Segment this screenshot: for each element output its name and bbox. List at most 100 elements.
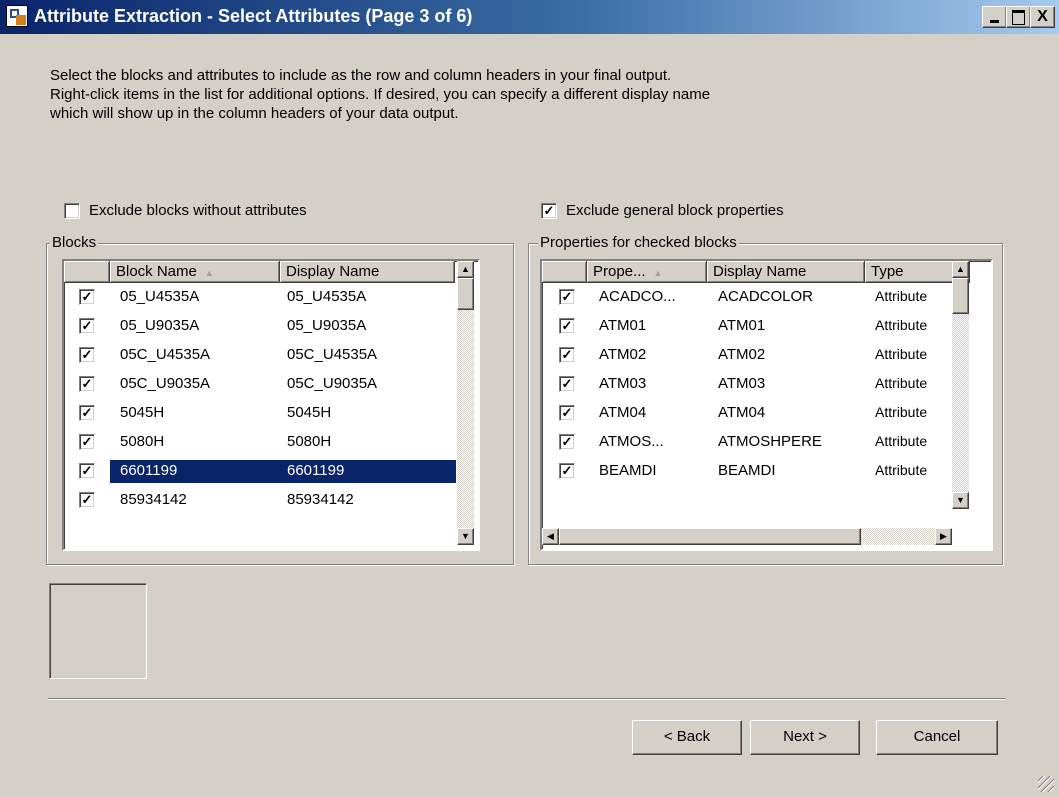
- window-title: Attribute Extraction - Select Attributes…: [34, 6, 473, 26]
- property-type-cell: Attribute: [875, 433, 928, 449]
- block-display-name-cell: 6601199: [287, 462, 345, 479]
- properties-group-label: Properties for checked blocks: [538, 234, 739, 251]
- block-row[interactable]: ✓ 85934142 85934142: [64, 488, 457, 513]
- blocks-list[interactable]: Block Name ▲ Display Name ✓ 05_U4535A 05_U4…: [62, 259, 480, 551]
- block-row[interactable]: ✓ 05C_U9035A 05C_U9035A: [64, 372, 457, 397]
- property-row-checkbox[interactable]: ✓: [559, 318, 575, 334]
- scroll-down-icon[interactable]: ▼: [952, 492, 969, 509]
- property-display-name-cell: ATM01: [718, 317, 766, 334]
- block-row[interactable]: ✓ 05C_U4535A 05C_U4535A: [64, 343, 457, 368]
- minimize-button[interactable]: [982, 6, 1007, 28]
- block-row[interactable]: ✓ 5080H 5080H: [64, 430, 457, 455]
- block-display-name-cell: 05C_U4535A: [287, 346, 378, 363]
- exclude-general-properties-checkbox[interactable]: ✓: [541, 203, 557, 220]
- block-row-checkbox[interactable]: ✓: [79, 405, 95, 421]
- property-row-checkbox[interactable]: ✓: [559, 434, 575, 450]
- maximize-button[interactable]: [1006, 6, 1031, 28]
- block-name-cell: 5080H: [120, 433, 165, 450]
- properties-check-column-header[interactable]: [542, 261, 587, 283]
- block-row[interactable]: ✓ 5045H 5045H: [64, 401, 457, 426]
- block-display-name-cell: 5045H: [287, 404, 332, 421]
- maximize-icon: [1012, 10, 1025, 25]
- block-row-checkbox[interactable]: ✓: [79, 318, 95, 334]
- block-row[interactable]: ✓ 05_U4535A 05_U4535A: [64, 285, 457, 310]
- blocks-vertical-scrollbar[interactable]: ▲ ▼: [457, 261, 474, 545]
- back-button[interactable]: < Back: [632, 720, 742, 755]
- scroll-down-icon[interactable]: ▼: [457, 528, 474, 545]
- close-icon: X: [1037, 8, 1048, 25]
- resize-grip[interactable]: [1038, 776, 1054, 792]
- instructions-line: Select the blocks and attributes to incl…: [50, 67, 672, 84]
- property-row[interactable]: ✓ ACADCO... ACADCOLOR Attribute: [542, 285, 952, 310]
- block-name-cell: 05_U4535A: [120, 288, 200, 305]
- app-icon: [6, 5, 28, 27]
- button-separator: [48, 698, 1006, 700]
- block-row-checkbox[interactable]: ✓: [79, 347, 95, 363]
- block-row-checkbox[interactable]: ✓: [79, 434, 95, 450]
- cancel-button[interactable]: Cancel: [876, 720, 998, 755]
- block-name-cell: 6601199: [120, 462, 178, 479]
- property-row-checkbox[interactable]: ✓: [559, 289, 575, 305]
- property-type-cell: Attribute: [875, 317, 928, 333]
- property-name-cell: ACADCO...: [599, 288, 676, 305]
- block-preview: [49, 583, 147, 679]
- property-name-cell: ATM03: [599, 375, 647, 392]
- block-name-cell: 05C_U4535A: [120, 346, 211, 363]
- property-row-checkbox[interactable]: ✓: [559, 463, 575, 479]
- property-row-checkbox[interactable]: ✓: [559, 347, 575, 363]
- block-row-checkbox[interactable]: ✓: [79, 289, 95, 305]
- minimize-icon: [990, 20, 999, 23]
- exclude-without-attributes-label: Exclude blocks without attributes: [89, 202, 307, 219]
- block-row-checkbox[interactable]: ✓: [79, 376, 95, 392]
- property-type-cell: Attribute: [875, 375, 928, 391]
- block-row-checkbox[interactable]: ✓: [79, 463, 95, 479]
- exclude-without-attributes-option[interactable]: Exclude blocks without attributes: [64, 202, 307, 220]
- properties-hscroll-thumb[interactable]: [559, 528, 861, 545]
- scroll-up-icon[interactable]: ▲: [457, 261, 474, 278]
- property-row[interactable]: ✓ ATM04 ATM04 Attribute: [542, 401, 952, 426]
- instructions-line: Right-click items in the list for additi…: [50, 86, 711, 103]
- properties-vertical-scrollbar[interactable]: ▲ ▼: [952, 261, 969, 509]
- property-column-header[interactable]: Prope... ▲: [587, 261, 707, 283]
- sort-ascending-icon: ▲: [653, 268, 663, 278]
- property-row-checkbox[interactable]: ✓: [559, 405, 575, 421]
- block-display-name-cell: 5080H: [287, 433, 332, 450]
- property-display-name-cell: BEAMDI: [718, 462, 776, 479]
- property-row[interactable]: ✓ BEAMDI BEAMDI Attribute: [542, 459, 952, 484]
- title-bar[interactable]: Attribute Extraction - Select Attributes…: [0, 0, 1059, 34]
- block-row[interactable]: ✓ 05_U9035A 05_U9035A: [64, 314, 457, 339]
- exclude-general-properties-option[interactable]: ✓ Exclude general block properties: [541, 202, 784, 220]
- property-row[interactable]: ✓ ATM03 ATM03 Attribute: [542, 372, 952, 397]
- blocks-check-column-header[interactable]: [64, 261, 110, 283]
- scroll-up-icon[interactable]: ▲: [952, 261, 969, 278]
- block-row[interactable]: ✓ 6601199 6601199: [64, 459, 457, 484]
- property-row-checkbox[interactable]: ✓: [559, 376, 575, 392]
- display-name-column-header[interactable]: Display Name: [280, 261, 455, 283]
- exclude-general-properties-label: Exclude general block properties: [566, 202, 784, 219]
- property-row[interactable]: ✓ ATMOS... ATMOSHPERE Attribute: [542, 430, 952, 455]
- block-row-checkbox[interactable]: ✓: [79, 492, 95, 508]
- property-type-cell: Attribute: [875, 462, 928, 478]
- property-row[interactable]: ✓ ATM02 ATM02 Attribute: [542, 343, 952, 368]
- properties-vscroll-thumb[interactable]: [952, 278, 969, 314]
- properties-list[interactable]: Prope... ▲ Display Name Type ✓ ACADCO... AC…: [540, 259, 993, 551]
- next-button[interactable]: Next >: [750, 720, 860, 755]
- property-type-cell: Attribute: [875, 288, 928, 304]
- property-display-name-column-header[interactable]: Display Name: [707, 261, 865, 283]
- block-display-name-cell: 05C_U9035A: [287, 375, 378, 392]
- block-name-cell: 85934142: [120, 491, 187, 508]
- property-type-cell: Attribute: [875, 346, 928, 362]
- scroll-right-icon[interactable]: ▶: [935, 528, 952, 545]
- property-display-name-cell: ATM02: [718, 346, 766, 363]
- block-name-column-header[interactable]: Block Name ▲: [110, 261, 280, 283]
- exclude-without-attributes-checkbox[interactable]: [64, 203, 80, 220]
- property-display-name-cell: ATMOSHPERE: [718, 433, 822, 450]
- properties-horizontal-scrollbar[interactable]: ◀ ▶: [542, 528, 952, 545]
- property-name-cell: ATM01: [599, 317, 647, 334]
- block-name-cell: 5045H: [120, 404, 165, 421]
- property-name-cell: ATM04: [599, 404, 647, 421]
- property-row[interactable]: ✓ ATM01 ATM01 Attribute: [542, 314, 952, 339]
- close-button[interactable]: X: [1030, 6, 1055, 28]
- scroll-left-icon[interactable]: ◀: [542, 528, 559, 545]
- blocks-scroll-thumb[interactable]: [457, 278, 474, 310]
